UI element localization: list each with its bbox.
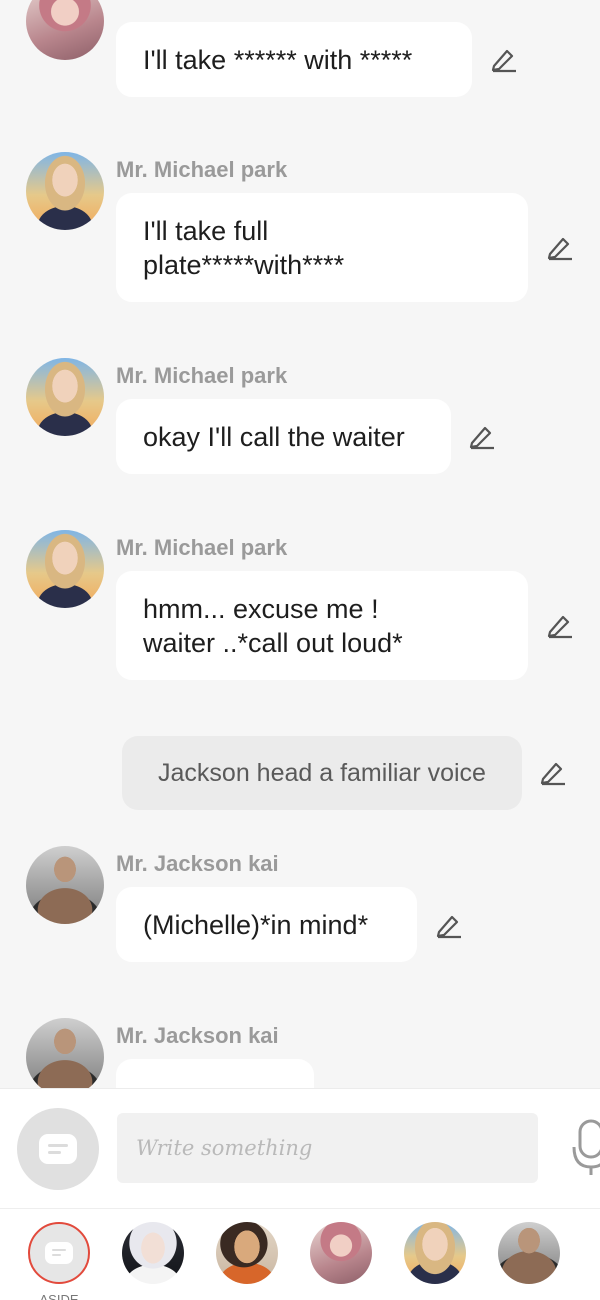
michael-avatar[interactable] xyxy=(26,152,104,230)
michael-avatar[interactable] xyxy=(26,358,104,436)
message-text: hmm... excuse me ! waiter ..*call out lo… xyxy=(143,593,403,658)
chat-bubble-icon xyxy=(45,1242,73,1264)
character-item[interactable] xyxy=(306,1222,376,1300)
sender-name: Mr. Michael park xyxy=(116,157,288,182)
edit-icon[interactable] xyxy=(544,232,574,262)
message-bubble: hmm... excuse me ! waiter ..*call out lo… xyxy=(116,571,528,680)
character-label: ASIDE xyxy=(39,1292,79,1300)
chat-bubble-icon xyxy=(39,1134,77,1164)
edit-icon[interactable] xyxy=(488,44,518,74)
chat-mode-button[interactable] xyxy=(17,1108,99,1190)
message-bubble: (Michelle)*in mind* xyxy=(116,887,417,962)
character-item[interactable] xyxy=(494,1222,564,1300)
white-hair-avatar xyxy=(122,1222,184,1284)
edit-icon[interactable] xyxy=(433,910,463,940)
character-strip: ASIDE xyxy=(0,1208,600,1300)
message-bubble: okay I'll call the waiter xyxy=(116,399,451,474)
narration-text: Jackson head a familiar voice xyxy=(158,758,486,787)
narration-bubble: Jackson head a familiar voice xyxy=(122,736,522,810)
aside-avatar xyxy=(28,1222,90,1284)
edit-icon[interactable] xyxy=(466,421,496,451)
message-text: I'll take full plate*****with**** xyxy=(143,215,345,280)
message-text: (Michelle)*in mind* xyxy=(143,909,369,940)
message-text: okay I'll call the waiter xyxy=(143,421,405,452)
message-bubble xyxy=(116,1059,314,1088)
sender-name: Mr. Jackson kai xyxy=(116,851,279,876)
message-bubble: I'll take full plate*****with**** xyxy=(116,193,528,302)
michael-avatar xyxy=(404,1222,466,1284)
edit-icon[interactable] xyxy=(537,757,567,787)
jackson-avatar[interactable] xyxy=(26,1018,104,1088)
character-item-aside[interactable]: ASIDE xyxy=(24,1222,94,1300)
character-item[interactable] xyxy=(212,1222,282,1300)
character-item[interactable] xyxy=(400,1222,470,1300)
jackson-avatar[interactable] xyxy=(26,846,104,924)
chat-screen: I'll take ****** with ***** Mr. Michael … xyxy=(0,0,600,1300)
message-text: I'll take ****** with ***** xyxy=(143,44,413,75)
edit-icon[interactable] xyxy=(544,610,574,640)
input-bar xyxy=(0,1088,600,1208)
sender-name: Mr. Michael park xyxy=(116,535,288,560)
message-input[interactable] xyxy=(117,1113,538,1183)
chat-messages[interactable]: I'll take ****** with ***** Mr. Michael … xyxy=(0,0,600,1088)
sender-name: Mr. Jackson kai xyxy=(116,1023,279,1048)
sender-name: Mr. Michael park xyxy=(116,363,288,388)
michael-avatar[interactable] xyxy=(26,530,104,608)
microphone-icon[interactable] xyxy=(570,1119,600,1179)
dark-hair-avatar xyxy=(216,1222,278,1284)
jackson-avatar xyxy=(498,1222,560,1284)
pink-hair-avatar xyxy=(310,1222,372,1284)
pink-hair-avatar[interactable] xyxy=(26,0,104,60)
character-item[interactable] xyxy=(118,1222,188,1300)
message-bubble: I'll take ****** with ***** xyxy=(116,22,472,97)
